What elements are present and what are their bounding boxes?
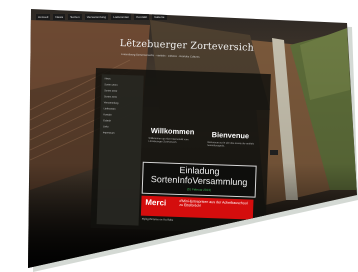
sidebar-item[interactable]: Kontakt [103,113,139,117]
bienvenue-text: Bienvenue sur le site des essais de vari… [207,140,255,148]
sidebar-item[interactable]: Lieferanten [104,107,140,111]
nav-item[interactable]: News [53,14,66,20]
content-panel: News Sorten 2013 Sorten 2012 Sorten 2011… [90,68,271,235]
sidebar-item[interactable]: News [105,77,141,81]
sidebar-item[interactable]: Impressum [103,131,139,135]
nav-item[interactable]: Sorten [68,14,82,20]
youtube-link[interactable]: Flying Pictures on YouTube [142,218,174,222]
welcome-text: Willkommen op eiser Internetsäit vum Lët… [148,136,189,145]
nav-item[interactable]: Kontakt [134,14,150,20]
sidebar-item[interactable]: Sorten 2013 [104,83,140,87]
welcome-heading: Willkommen [150,125,195,137]
invitation-banner[interactable]: Einladung SortenInfoVersammlung (01 Febr… [141,161,257,198]
merci-text: d'Mini-Entreprisen aus der Ackerbauschou… [179,198,248,208]
merci-title: Merci [145,197,167,208]
sidebar-item[interactable]: Links [103,125,139,129]
sidebar: News Sorten 2013 Sorten 2012 Sorten 2011… [96,74,144,226]
bienvenue-heading: Bienvenue [211,130,250,141]
sidebar-item[interactable]: Galerie [103,119,139,123]
nav-item[interactable]: Lieferanten [111,14,132,20]
sidebar-item[interactable]: Sorten 2011 [104,95,140,99]
sidebar-item[interactable]: Versammlung [104,101,140,105]
nav-item[interactable]: Versammlung [84,14,109,20]
nav-item[interactable]: Accueil [36,14,51,20]
sidebar-item[interactable]: Sorten 2012 [104,89,140,93]
merci-banner[interactable]: Merci d'Mini-Entreprisen aus der Ackerba… [140,195,254,220]
